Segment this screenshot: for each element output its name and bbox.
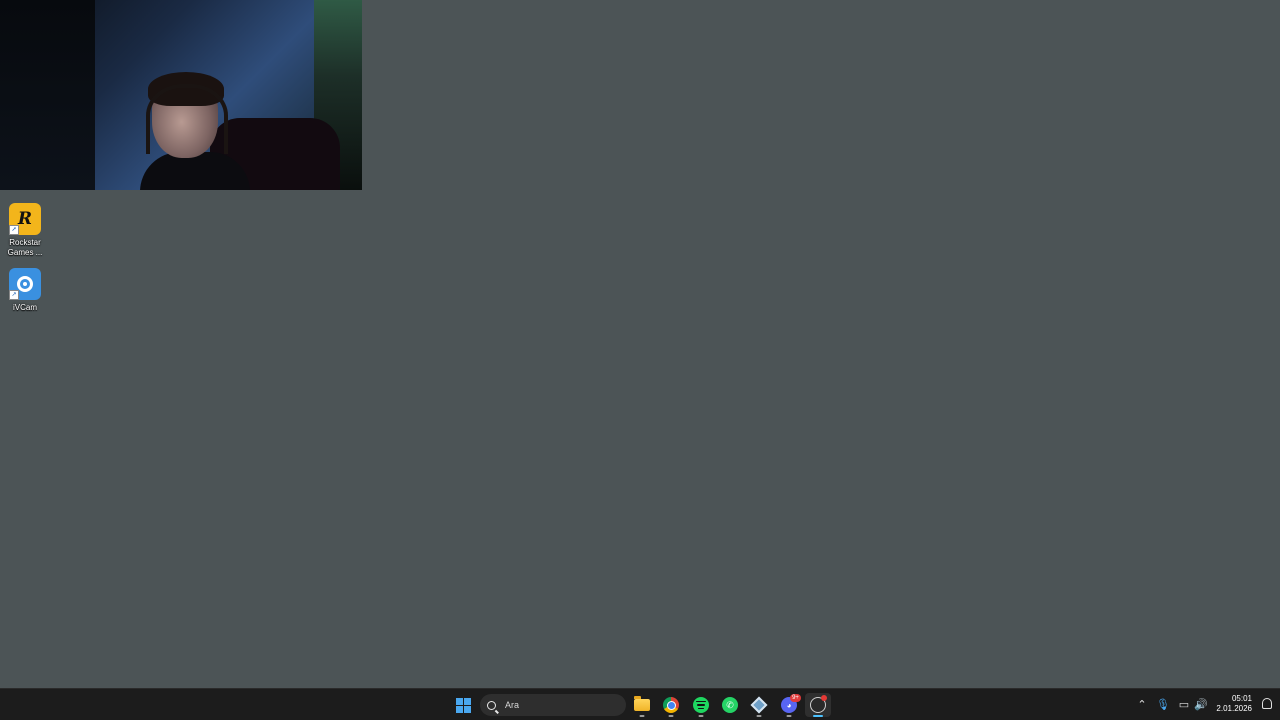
- volume-icon[interactable]: 🔊: [1193, 697, 1209, 713]
- shortcut-arrow-icon: ↗: [9, 290, 19, 300]
- running-indicator: [698, 715, 704, 717]
- clock-time: 05:01: [1231, 694, 1252, 703]
- taskbar-app-chrome[interactable]: [658, 693, 684, 717]
- taskbar: Ara ✆ ◕ 9+ ⌃ 🎙 ▭ 🔊 05:01 2.01.2026: [0, 688, 1280, 720]
- webcam-background: [0, 0, 95, 190]
- whatsapp-icon: ✆: [722, 697, 738, 713]
- folder-icon: [634, 696, 650, 711]
- webcam-overlay: [0, 0, 362, 190]
- network-icon[interactable]: ▭: [1176, 697, 1192, 713]
- ivcam-icon: ↗: [9, 268, 41, 300]
- spotify-icon: [693, 697, 709, 713]
- webcam-headset: [146, 84, 228, 154]
- desktop-icon-rockstar[interactable]: R ↗ Rockstar Games ...: [0, 203, 50, 258]
- running-indicator: [668, 715, 674, 717]
- chevron-up-icon[interactable]: ⌃: [1134, 697, 1150, 713]
- taskbar-app-whatsapp[interactable]: ✆: [717, 693, 743, 717]
- notification-bell-icon[interactable]: [1262, 698, 1272, 709]
- diamond-app-icon: [750, 696, 768, 714]
- taskbar-app-discord[interactable]: ◕ 9+: [776, 693, 802, 717]
- taskbar-app-spotify[interactable]: [688, 693, 714, 717]
- steam-icon: [810, 695, 827, 713]
- microphone-icon[interactable]: 🎙: [1155, 697, 1171, 713]
- taskbar-search-box[interactable]: Ara: [480, 694, 626, 716]
- running-indicator: [756, 715, 762, 717]
- camera-lens-icon: [17, 276, 33, 292]
- shortcut-arrow-icon: ↗: [9, 225, 19, 235]
- windows-logo-icon: [455, 697, 471, 713]
- clock-date: 2.01.2026: [1216, 704, 1252, 713]
- desktop-icon-ivcam[interactable]: ↗ iVCam: [0, 268, 50, 313]
- rockstar-icon: R ↗: [9, 203, 41, 235]
- search-icon: [487, 700, 496, 710]
- rockstar-glyph: R: [17, 209, 33, 229]
- running-indicator: [639, 715, 645, 717]
- taskbar-app-diamond[interactable]: [746, 693, 772, 717]
- desktop-icon-label: iVCam: [12, 303, 37, 312]
- desktop-icon-label: Rockstar Games ...: [7, 238, 43, 257]
- running-indicator: [786, 715, 792, 717]
- taskbar-app-file-explorer[interactable]: [629, 693, 655, 717]
- start-button[interactable]: [450, 693, 476, 717]
- taskbar-clock[interactable]: 05:01 2.01.2026: [1216, 694, 1252, 714]
- notification-badge: 9+: [790, 694, 801, 702]
- active-indicator: [813, 715, 823, 717]
- taskbar-app-steam[interactable]: [805, 693, 831, 717]
- chrome-icon: [663, 697, 679, 713]
- search-placeholder: Ara: [505, 700, 520, 710]
